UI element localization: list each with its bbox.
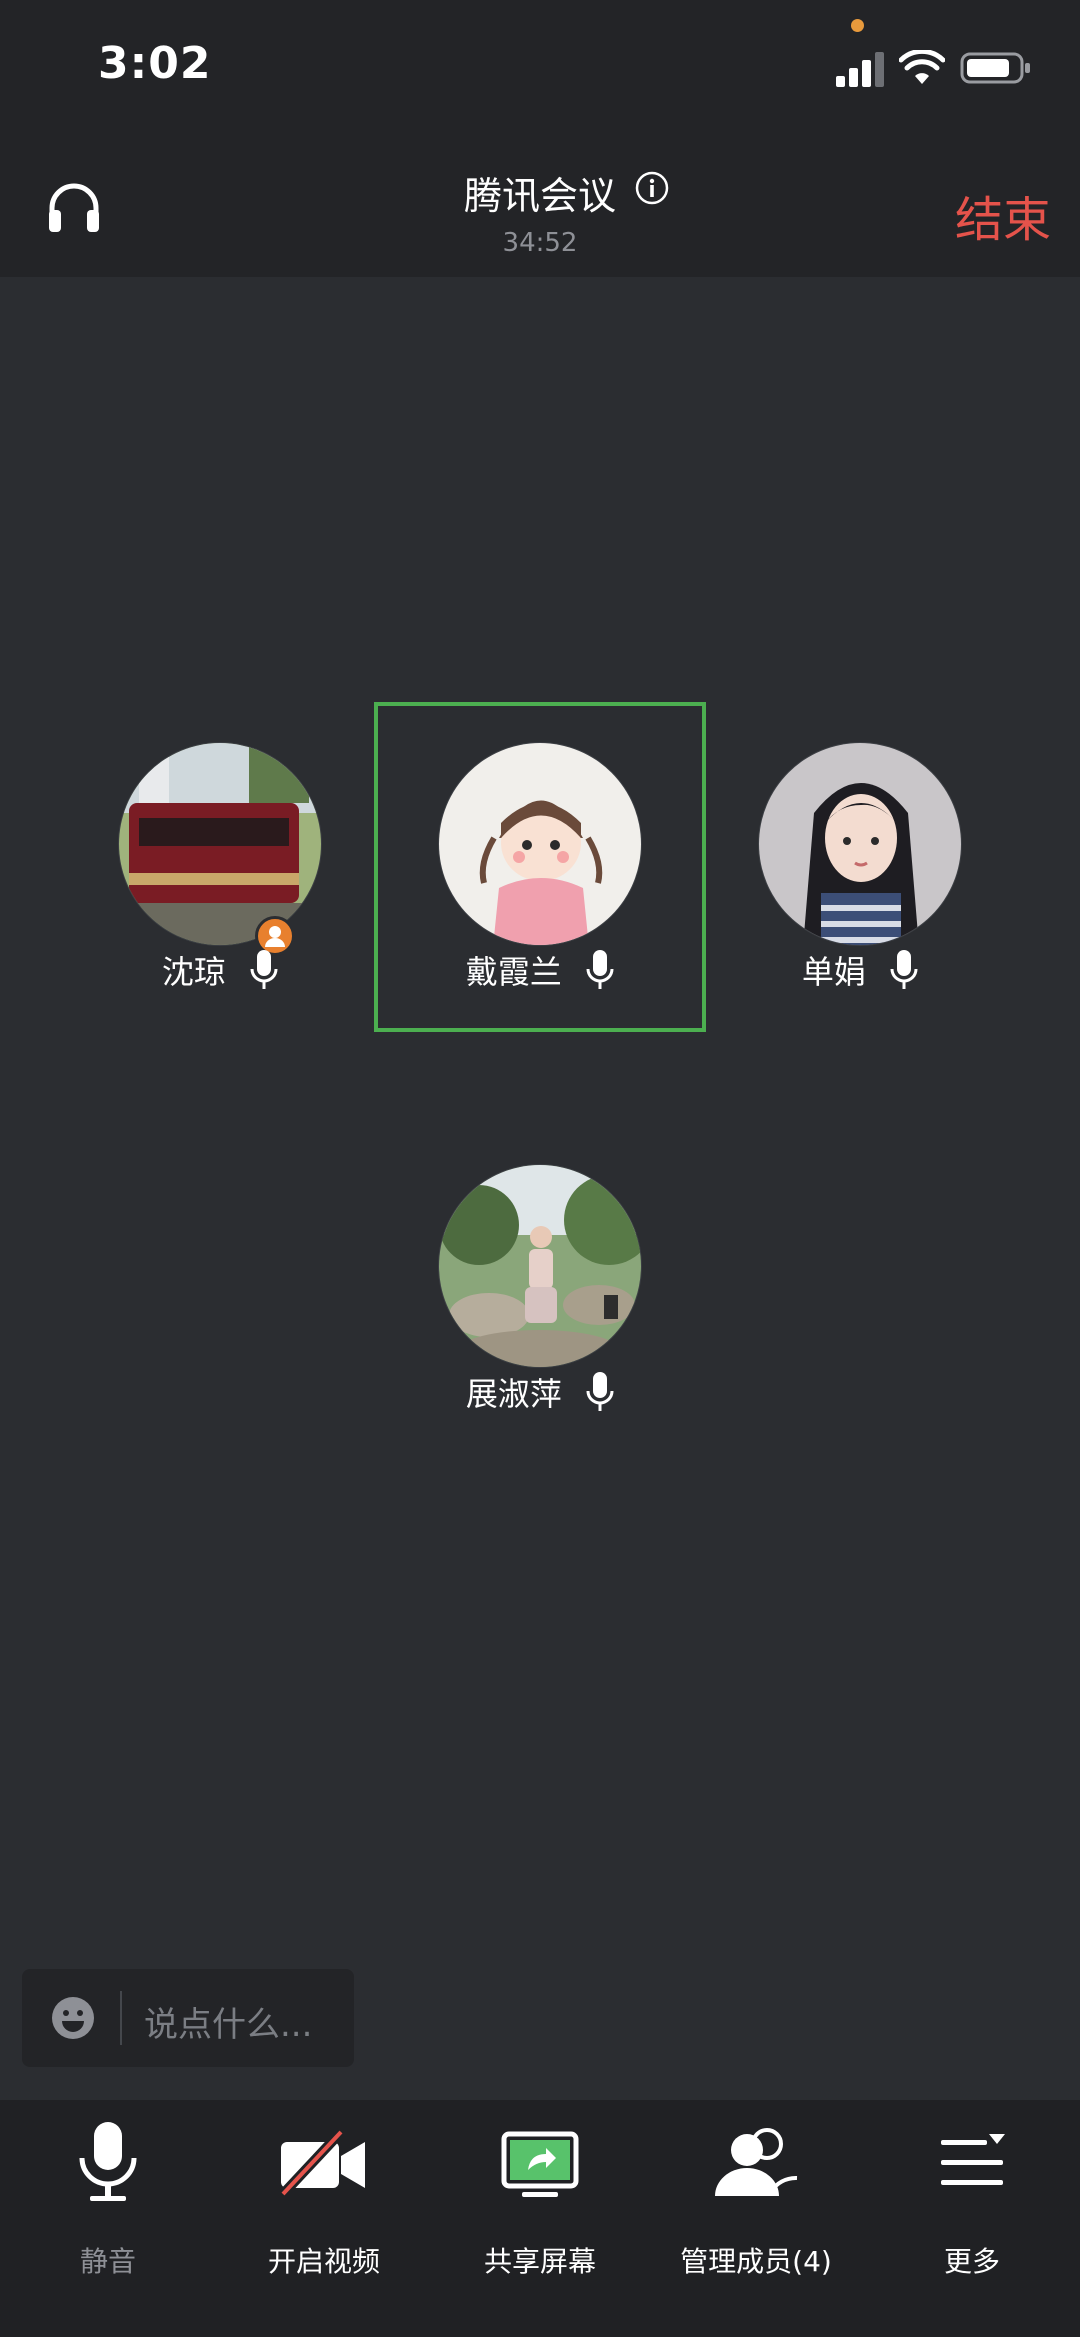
cellular-signal-icon — [836, 52, 884, 87]
participant-name-row: 展淑萍 — [375, 1369, 705, 1415]
share-screen-button[interactable]: 共享屏幕 — [432, 2120, 648, 2320]
end-meeting-button[interactable]: 结束 — [955, 180, 1051, 250]
chat-input-box[interactable]: 说点什么... — [22, 1969, 354, 2067]
avatar — [118, 742, 322, 946]
cartoon-girl-avatar-image — [439, 743, 641, 945]
mute-button[interactable]: 静音 — [0, 2120, 216, 2320]
outdoor-photo-image — [439, 1165, 641, 1367]
participant-name: 展淑萍 — [465, 1375, 562, 1413]
mic-icon — [250, 950, 278, 989]
recording-indicator-dot — [851, 19, 864, 32]
share-screen-label: 共享屏幕 — [483, 2245, 596, 2278]
participant-tile[interactable]: 沈琼 — [55, 702, 385, 1002]
microphone-icon — [79, 2122, 137, 2201]
mic-icon — [890, 950, 918, 989]
bottom-toolbar: 静音 开启视频 共享屏幕 管理成员(4) 更多 — [0, 2100, 1080, 2337]
mute-label: 静音 — [79, 2245, 136, 2278]
participant-name: 沈琼 — [161, 953, 226, 991]
manage-members-button[interactable]: 管理成员(4) — [648, 2120, 864, 2320]
participant-tile[interactable]: 单娟 — [695, 702, 1025, 1002]
mic-icon — [586, 1372, 614, 1411]
participant-tile[interactable]: 戴霞兰 — [375, 702, 705, 1002]
meeting-title[interactable]: 腾讯会议 — [464, 174, 616, 218]
more-menu-icon — [941, 2134, 1005, 2185]
members-icon — [715, 2128, 798, 2196]
start-video-button[interactable]: 开启视频 — [216, 2120, 432, 2320]
chat-divider — [120, 1991, 122, 2045]
wifi-icon — [899, 50, 945, 84]
meeting-screen: 3:02 腾讯会议 34:52 结束 沈琼 戴霞兰 单娟 展淑萍 说点什么...… — [0, 0, 1080, 2337]
info-icon[interactable] — [635, 171, 669, 205]
chat-placeholder[interactable]: 说点什么... — [144, 1997, 312, 2046]
meeting-title-wrap[interactable]: 腾讯会议 — [0, 165, 1080, 220]
avatar — [758, 742, 962, 946]
status-bar: 3:02 — [0, 0, 1080, 130]
participant-name: 单娟 — [801, 953, 866, 991]
participant-name: 戴霞兰 — [465, 953, 562, 991]
status-time: 3:02 — [98, 38, 212, 89]
participant-name-row: 戴霞兰 — [375, 947, 705, 993]
train-photo-image — [119, 743, 321, 945]
participant-tile[interactable]: 展淑萍 — [375, 1124, 705, 1424]
illustrated-woman-avatar-image — [759, 743, 961, 945]
meeting-header: 腾讯会议 34:52 结束 — [0, 130, 1080, 277]
manage-members-label: 管理成员(4) — [680, 2245, 832, 2278]
participant-name-row: 沈琼 — [55, 947, 385, 993]
participant-name-row: 单娟 — [695, 947, 1025, 993]
more-label: 更多 — [943, 2245, 1000, 2278]
avatar — [438, 1164, 642, 1368]
emoji-icon[interactable] — [50, 1995, 96, 2041]
avatar — [438, 742, 642, 946]
mic-icon — [586, 950, 614, 989]
start-video-label: 开启视频 — [267, 2245, 380, 2278]
meeting-timer: 34:52 — [502, 228, 578, 258]
video-off-icon — [279, 2128, 365, 2198]
battery-icon — [960, 52, 1030, 84]
share-screen-icon — [501, 2131, 579, 2197]
more-button[interactable]: 更多 — [864, 2120, 1080, 2320]
